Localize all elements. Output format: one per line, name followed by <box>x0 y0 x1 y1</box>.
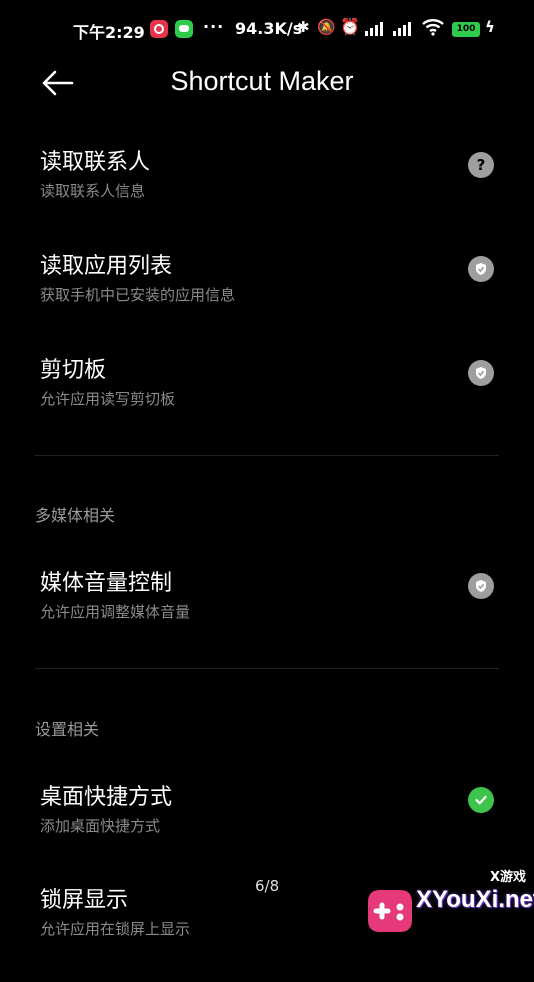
permission-item-clipboard[interactable]: 剪切板 允许应用读写剪切板 <box>0 352 534 452</box>
permission-item-desktop-shortcut[interactable]: 桌面快捷方式 添加桌面快捷方式 <box>0 779 534 879</box>
status-bar: 下午2:29 ··· 94.3K/s ✱ 🔕 ⏰ 100 ϟ <box>0 0 534 60</box>
permission-title: 桌面快捷方式 <box>40 785 173 810</box>
mute-icon: 🔕 <box>317 18 336 36</box>
alarm-icon: ⏰ <box>340 17 360 36</box>
permission-description: 允许应用读写剪切板 <box>40 390 176 408</box>
permission-description: 添加桌面快捷方式 <box>40 817 161 835</box>
permission-title: 读取联系人 <box>40 150 151 175</box>
top-app-bar: Shortcut Maker <box>0 60 534 110</box>
page-title: Shortcut Maker <box>170 66 354 96</box>
section-header-media: 多媒体相关 <box>35 506 116 525</box>
bluetooth-icon: ✱ <box>297 18 310 36</box>
check-icon[interactable] <box>468 256 494 282</box>
signal-icon <box>393 22 415 36</box>
permission-title: 读取应用列表 <box>40 254 173 279</box>
permission-item-app-list[interactable]: 读取应用列表 获取手机中已安装的应用信息 <box>0 248 534 348</box>
divider <box>35 455 499 456</box>
page-indicator: 6/8 <box>255 877 280 895</box>
permission-title: 剪切板 <box>40 358 107 383</box>
permission-item-media-volume[interactable]: 媒体音量控制 允许应用调整媒体音量 <box>0 565 534 665</box>
status-time: 下午2:29 <box>73 23 145 42</box>
check-icon[interactable] <box>468 787 494 813</box>
permission-description: 获取手机中已安装的应用信息 <box>40 286 236 304</box>
check-icon[interactable] <box>468 360 494 386</box>
check-icon[interactable] <box>468 573 494 599</box>
permission-description: 允许应用在锁屏上显示 <box>40 920 191 938</box>
battery-icon: 100 <box>452 22 480 37</box>
wifi-icon <box>422 18 444 40</box>
section-header-settings: 设置相关 <box>35 720 100 739</box>
netease-music-icon <box>150 20 168 38</box>
gamepad-logo-icon <box>368 890 412 932</box>
permission-item-contacts[interactable]: 读取联系人 读取联系人信息 ? <box>0 144 534 244</box>
watermark: X游戏 XYouXi.net <box>360 866 534 944</box>
signal-icon <box>365 22 387 36</box>
divider <box>35 668 499 669</box>
permission-description: 读取联系人信息 <box>40 182 146 200</box>
wechat-icon <box>175 20 193 38</box>
permission-title: 媒体音量控制 <box>40 571 173 596</box>
network-speed: 94.3K/s <box>235 19 303 38</box>
permission-description: 允许应用调整媒体音量 <box>40 603 191 621</box>
watermark-brand: XYouXi.net <box>416 886 534 913</box>
permission-title: 锁屏显示 <box>40 888 129 913</box>
watermark-tag: X游戏 <box>490 870 527 885</box>
charging-icon: ϟ <box>485 18 495 36</box>
more-notifications-icon: ··· <box>203 17 225 36</box>
question-icon[interactable]: ? <box>468 152 494 178</box>
